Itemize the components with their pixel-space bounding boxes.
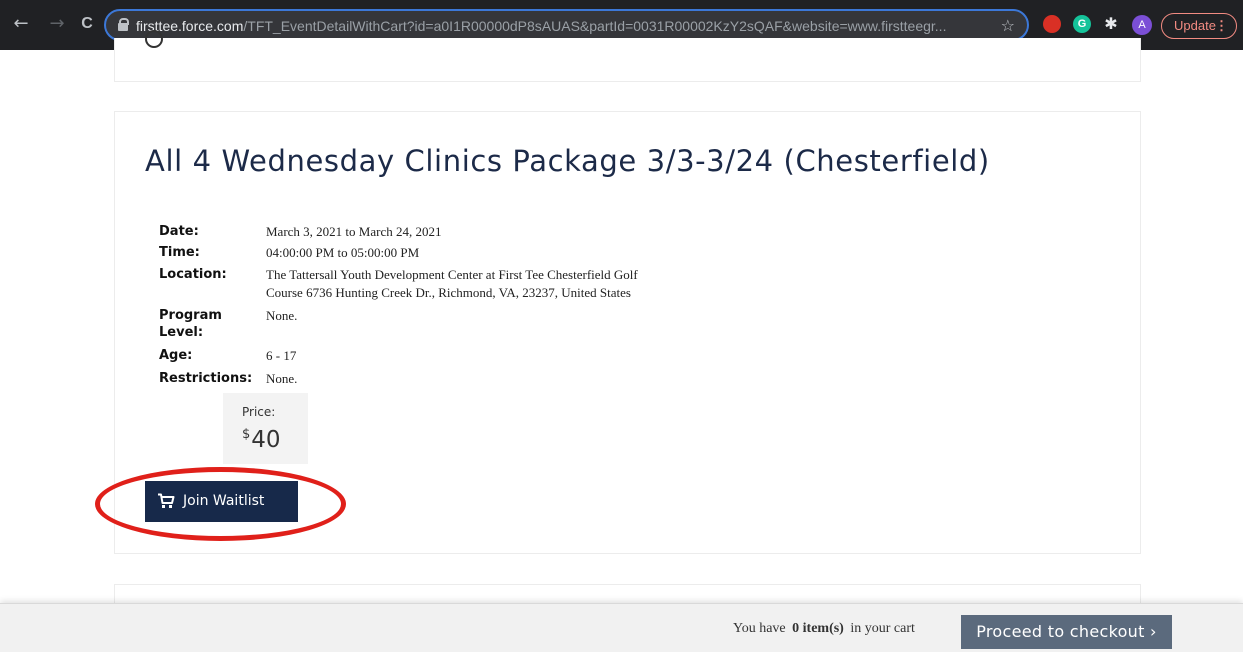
- program-level-label-line1: Program: [159, 308, 222, 323]
- price-currency: $: [242, 427, 251, 442]
- restrictions-value: None.: [266, 371, 298, 386]
- bookmark-star-icon[interactable]: ☆: [1001, 16, 1015, 35]
- cart-summary: You have 0 item(s) in your cart: [733, 621, 915, 637]
- url-path: /TFT_EventDetailWithCart?id=a0I1R00000dP…: [243, 18, 947, 34]
- update-button[interactable]: Update ⋮: [1161, 13, 1237, 39]
- previous-event-card: [114, 30, 1141, 82]
- cart-count: 0 item(s): [792, 621, 844, 636]
- cart-prefix: You have: [733, 621, 786, 636]
- program-level-label-line2: Level:: [159, 325, 204, 340]
- time-value: 04:00:00 PM to 05:00:00 PM: [266, 245, 420, 260]
- info-circle-icon: [145, 30, 163, 48]
- reload-icon[interactable]: C: [76, 12, 98, 36]
- time-label: Time:: [159, 245, 200, 260]
- age-label: Age:: [159, 348, 193, 363]
- cart-suffix: in your cart: [850, 621, 915, 636]
- price-box: Price: $40: [223, 393, 308, 464]
- adblock-extension-icon[interactable]: [1043, 15, 1061, 33]
- cart-bar: You have 0 item(s) in your cart Proceed …: [0, 603, 1243, 652]
- price-label: Price:: [242, 405, 276, 419]
- highlight-ellipse: [95, 467, 346, 541]
- proceed-to-checkout-button[interactable]: Proceed to checkout ›: [961, 615, 1172, 649]
- address-bar[interactable]: firsttee.force.com/TFT_EventDetailWithCa…: [104, 9, 1029, 41]
- extensions-puzzle-icon[interactable]: ✱: [1102, 15, 1120, 33]
- price-amount: 40: [251, 427, 281, 453]
- url-text[interactable]: firsttee.force.com/TFT_EventDetailWithCa…: [136, 17, 996, 35]
- event-title: All 4 Wednesday Clinics Package 3/3-3/24…: [145, 144, 990, 178]
- lock-icon: [118, 18, 129, 31]
- update-label: Update: [1174, 18, 1216, 33]
- location-label: Location:: [159, 267, 227, 282]
- date-label: Date:: [159, 224, 199, 239]
- chrome-menu-icon[interactable]: ⋮: [1215, 14, 1228, 37]
- profile-avatar[interactable]: A: [1132, 15, 1152, 35]
- location-value-line2: Course 6736 Hunting Creek Dr., Richmond,…: [266, 285, 631, 300]
- location-value-line1: The Tattersall Youth Development Center …: [266, 267, 638, 282]
- program-level-value: None.: [266, 308, 298, 323]
- restrictions-label: Restrictions:: [159, 371, 253, 386]
- price-value: $40: [242, 427, 281, 453]
- back-arrow-icon[interactable]: ←: [10, 12, 32, 36]
- date-value: March 3, 2021 to March 24, 2021: [266, 224, 442, 239]
- grammarly-extension-icon[interactable]: G: [1073, 15, 1091, 33]
- forward-arrow-icon[interactable]: →: [46, 12, 68, 36]
- age-value: 6 - 17: [266, 348, 297, 363]
